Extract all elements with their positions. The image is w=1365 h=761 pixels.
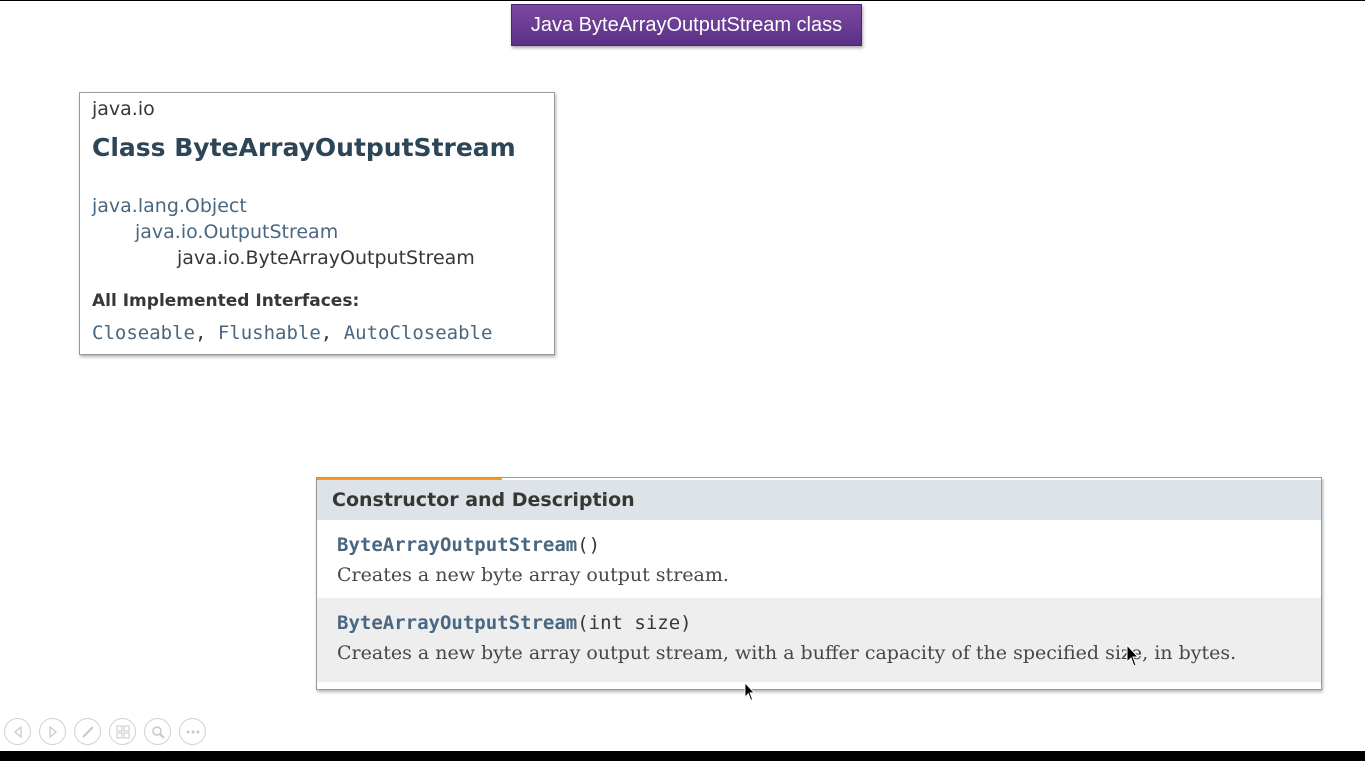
package-name: java.io (92, 98, 155, 120)
constructor-signature: ByteArrayOutputStream() (337, 534, 600, 556)
constructor-description: Creates a new byte array output stream. (337, 564, 729, 586)
interface-link-autocloseable[interactable]: AutoCloseable (344, 322, 493, 344)
next-icon[interactable] (39, 718, 66, 745)
mouse-cursor-icon (744, 682, 756, 701)
interface-link-flushable[interactable]: Flushable (218, 322, 321, 344)
inheritance-current-class: java.io.ByteArrayOutputStream (177, 247, 475, 269)
inheritance-object-link[interactable]: java.lang.Object (92, 195, 247, 217)
interface-separator: , (194, 322, 218, 344)
zoom-icon[interactable] (144, 718, 171, 745)
top-border (0, 0, 1365, 1)
slideshow-toolbar (4, 718, 206, 745)
mouse-cursor-icon (1126, 644, 1140, 667)
slide-title: Java ByteArrayOutputStream class (511, 4, 862, 46)
pen-icon[interactable] (74, 718, 101, 745)
constructor-table: Constructor and Description ByteArrayOut… (316, 477, 1322, 690)
class-title: Class ByteArrayOutputStream (92, 133, 516, 162)
implemented-interfaces-label: All Implemented Interfaces: (92, 291, 360, 311)
interface-separator: , (320, 322, 344, 344)
interface-link-closeable[interactable]: Closeable (92, 322, 195, 344)
constructor-link[interactable]: ByteArrayOutputStream (337, 612, 577, 634)
bottom-border (0, 751, 1365, 761)
constructor-params: () (577, 534, 601, 556)
constructor-params: (int size) (577, 612, 692, 634)
constructor-description: Creates a new byte array output stream, … (337, 642, 1237, 664)
more-icon[interactable] (179, 718, 206, 745)
table-row: ByteArrayOutputStream(int size) Creates … (317, 598, 1321, 682)
interfaces-list: Closeable, Flushable, AutoCloseable (92, 322, 492, 344)
inheritance-outputstream-link[interactable]: java.io.OutputStream (135, 221, 338, 243)
constructor-signature: ByteArrayOutputStream(int size) (337, 612, 692, 634)
previous-icon[interactable] (4, 718, 31, 745)
constructor-link[interactable]: ByteArrayOutputStream (337, 534, 577, 556)
constructor-table-header: Constructor and Description (317, 480, 1321, 520)
table-row: ByteArrayOutputStream() Creates a new by… (317, 520, 1321, 598)
class-summary-card: java.io Class ByteArrayOutputStream java… (79, 92, 555, 355)
slides-icon[interactable] (109, 718, 136, 745)
